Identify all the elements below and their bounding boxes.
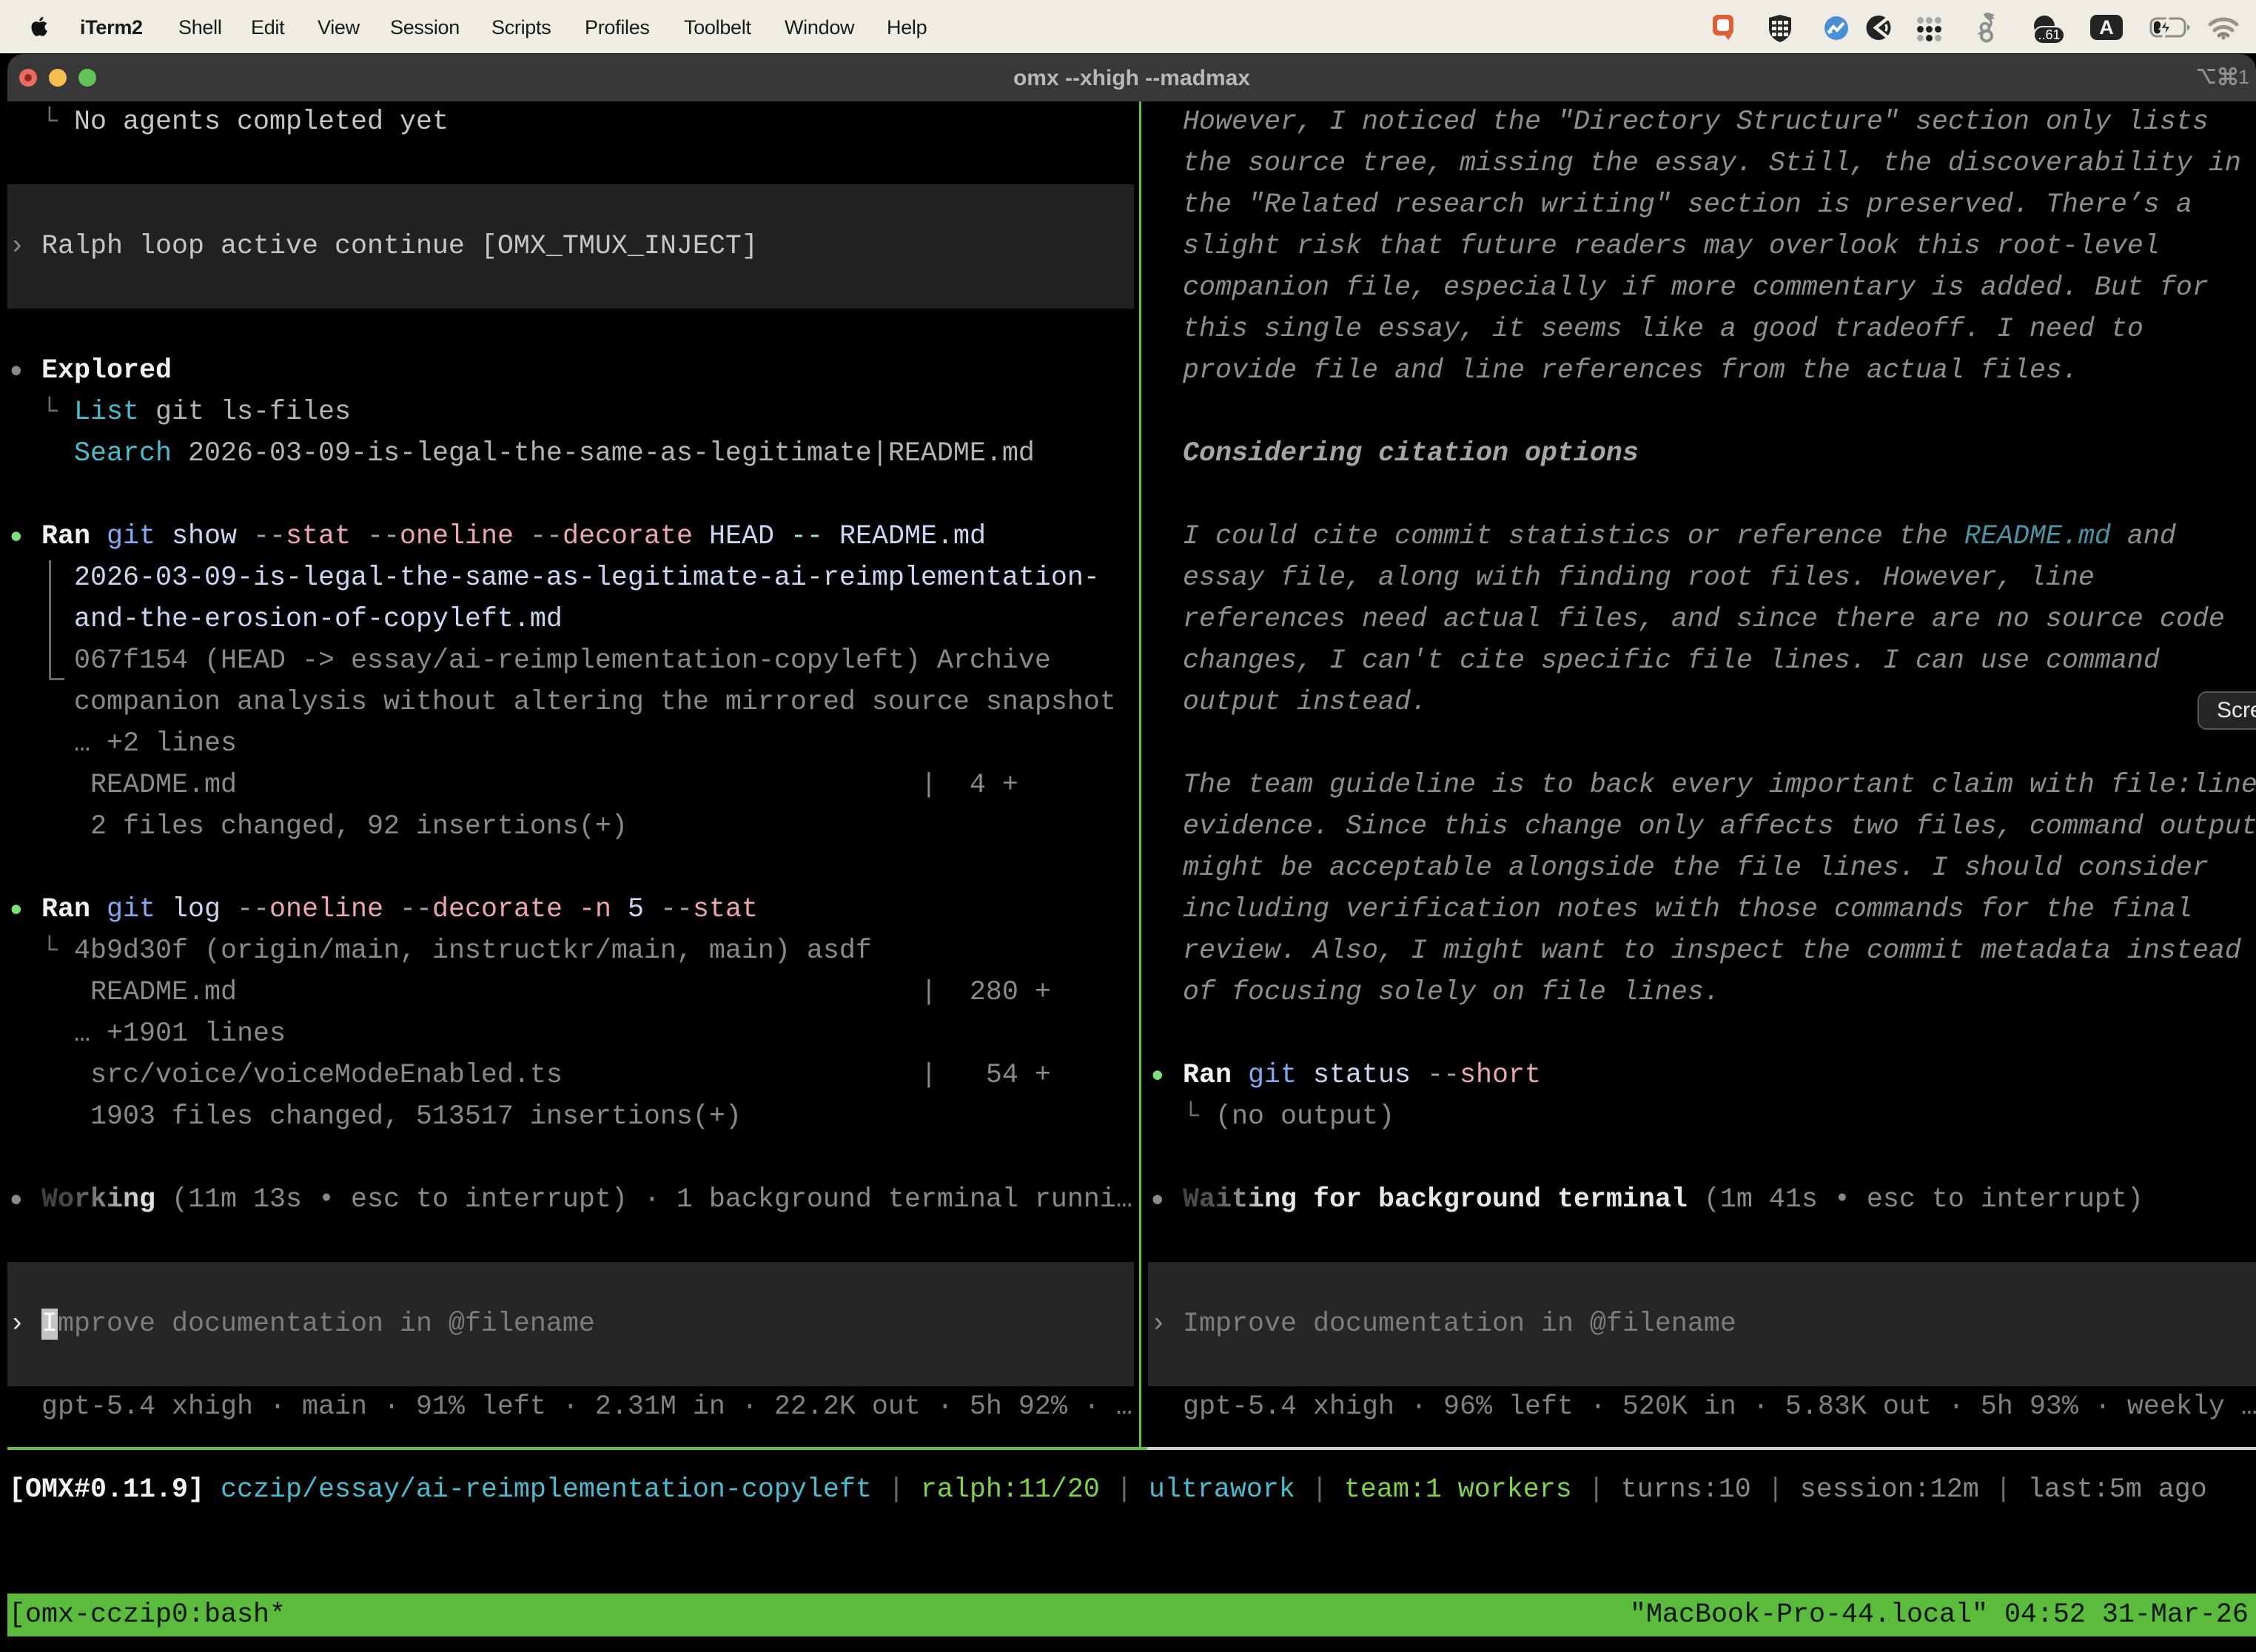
svg-text:1: 1: [2238, 67, 2249, 86]
